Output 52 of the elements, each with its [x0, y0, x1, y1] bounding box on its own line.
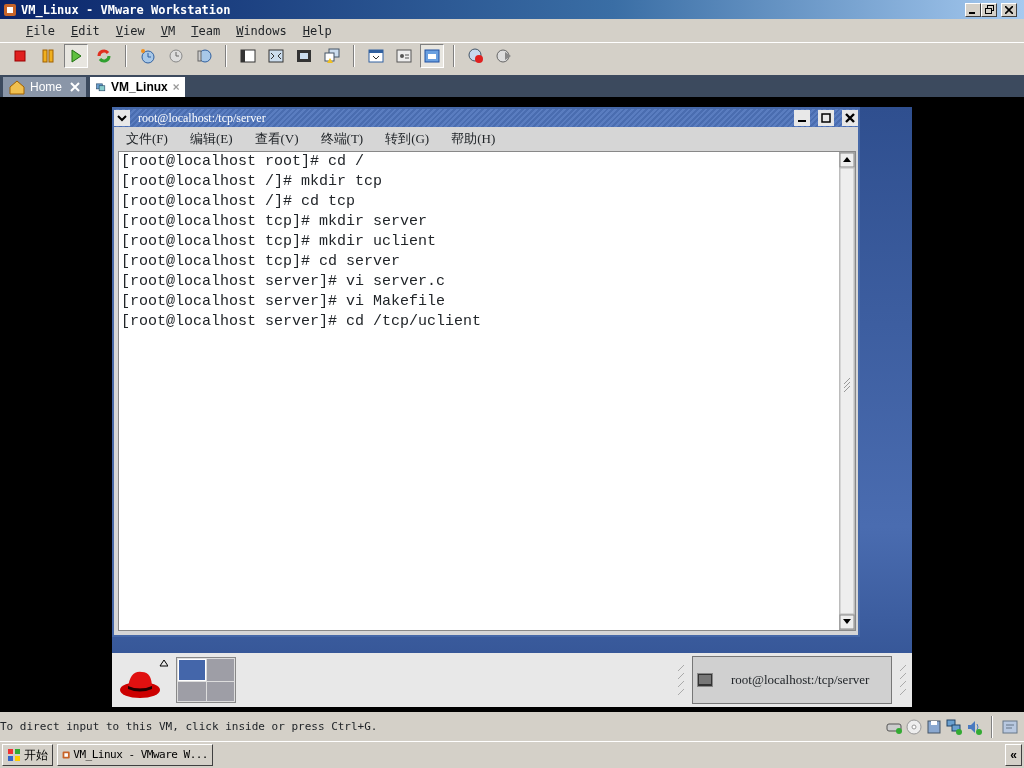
status-text: To direct input to this VM, click inside or press Ctrl+G. — [0, 720, 379, 733]
terminal-line: [root@localhost server]# vi Makefile — [121, 292, 447, 312]
window-title: VM_Linux - VMware Workstation — [21, 2, 232, 17]
menu-item[interactable]: 文件(F) — [126, 130, 168, 148]
app-icon — [3, 2, 17, 17]
taskbar-button[interactable]: VM_Linux - VMware W... — [57, 744, 213, 766]
terminal-line: [root@localhost tcp]# mkdir uclient — [121, 232, 438, 252]
grip-handle[interactable] — [678, 665, 684, 695]
terminal-line: [root@localhost root]# cd / — [121, 152, 366, 172]
window-title: root@localhost:/tcp/server — [138, 110, 267, 126]
menu-item[interactable]: 查看(V) — [254, 130, 299, 148]
terminal-icon — [697, 673, 713, 687]
menu-item[interactable]: 编辑(E) — [189, 130, 233, 148]
menu-item[interactable]: VM — [152, 23, 184, 38]
play-icon[interactable] — [64, 44, 88, 68]
tab[interactable]: VM_Linux — [90, 77, 185, 97]
maximize-button[interactable] — [818, 110, 834, 126]
close-button[interactable] — [1001, 2, 1017, 17]
terminal-line: [root@localhost /]# cd tcp — [121, 192, 357, 212]
menu-item[interactable]: Team — [183, 23, 229, 38]
minimize-button[interactable] — [965, 2, 981, 17]
start-button[interactable]: 开始 — [2, 744, 53, 766]
terminal-line: [root@localhost server]# vi server.c — [121, 272, 447, 292]
menu-item[interactable]: Edit — [62, 23, 108, 38]
workspace[interactable] — [178, 659, 206, 681]
window-menu-icon[interactable] — [114, 110, 130, 126]
menu-item[interactable]: Windows — [228, 23, 295, 38]
message-icon[interactable] — [1002, 718, 1018, 735]
close-icon[interactable] — [172, 82, 179, 92]
close-button[interactable] — [842, 110, 858, 126]
menu-item[interactable]: View — [107, 23, 153, 38]
collapse-button[interactable]: « — [1005, 744, 1022, 766]
menu-item[interactable]: File — [18, 23, 63, 38]
menu-item[interactable]: 终端(T) — [320, 130, 364, 148]
restore-button[interactable] — [981, 2, 997, 17]
minimize-button[interactable] — [794, 110, 810, 126]
task-button[interactable]: root@localhost:/tcp/server — [692, 656, 892, 704]
scrollbar[interactable] — [839, 152, 855, 630]
menu-item[interactable]: 转到(G) — [385, 130, 430, 148]
menu-item[interactable]: 帮助(H) — [451, 130, 496, 148]
windows-logo-icon — [7, 748, 21, 762]
menu-item[interactable]: Help — [294, 23, 340, 38]
terminal-line: [root@localhost tcp]# mkdir server — [121, 212, 429, 232]
app-icon — [62, 748, 71, 762]
terminal-line: [root@localhost /]# mkdir tcp — [121, 172, 384, 192]
terminal-line: [root@localhost server]# cd /tcp/uclient — [121, 312, 483, 332]
cd-icon[interactable] — [906, 718, 922, 735]
network-icon[interactable] — [946, 718, 962, 735]
house-icon — [9, 79, 25, 95]
terminal-line: [root@localhost tcp]# cd server — [121, 252, 402, 272]
grip-handle[interactable] — [900, 665, 906, 695]
floppy-icon[interactable] — [926, 718, 942, 735]
